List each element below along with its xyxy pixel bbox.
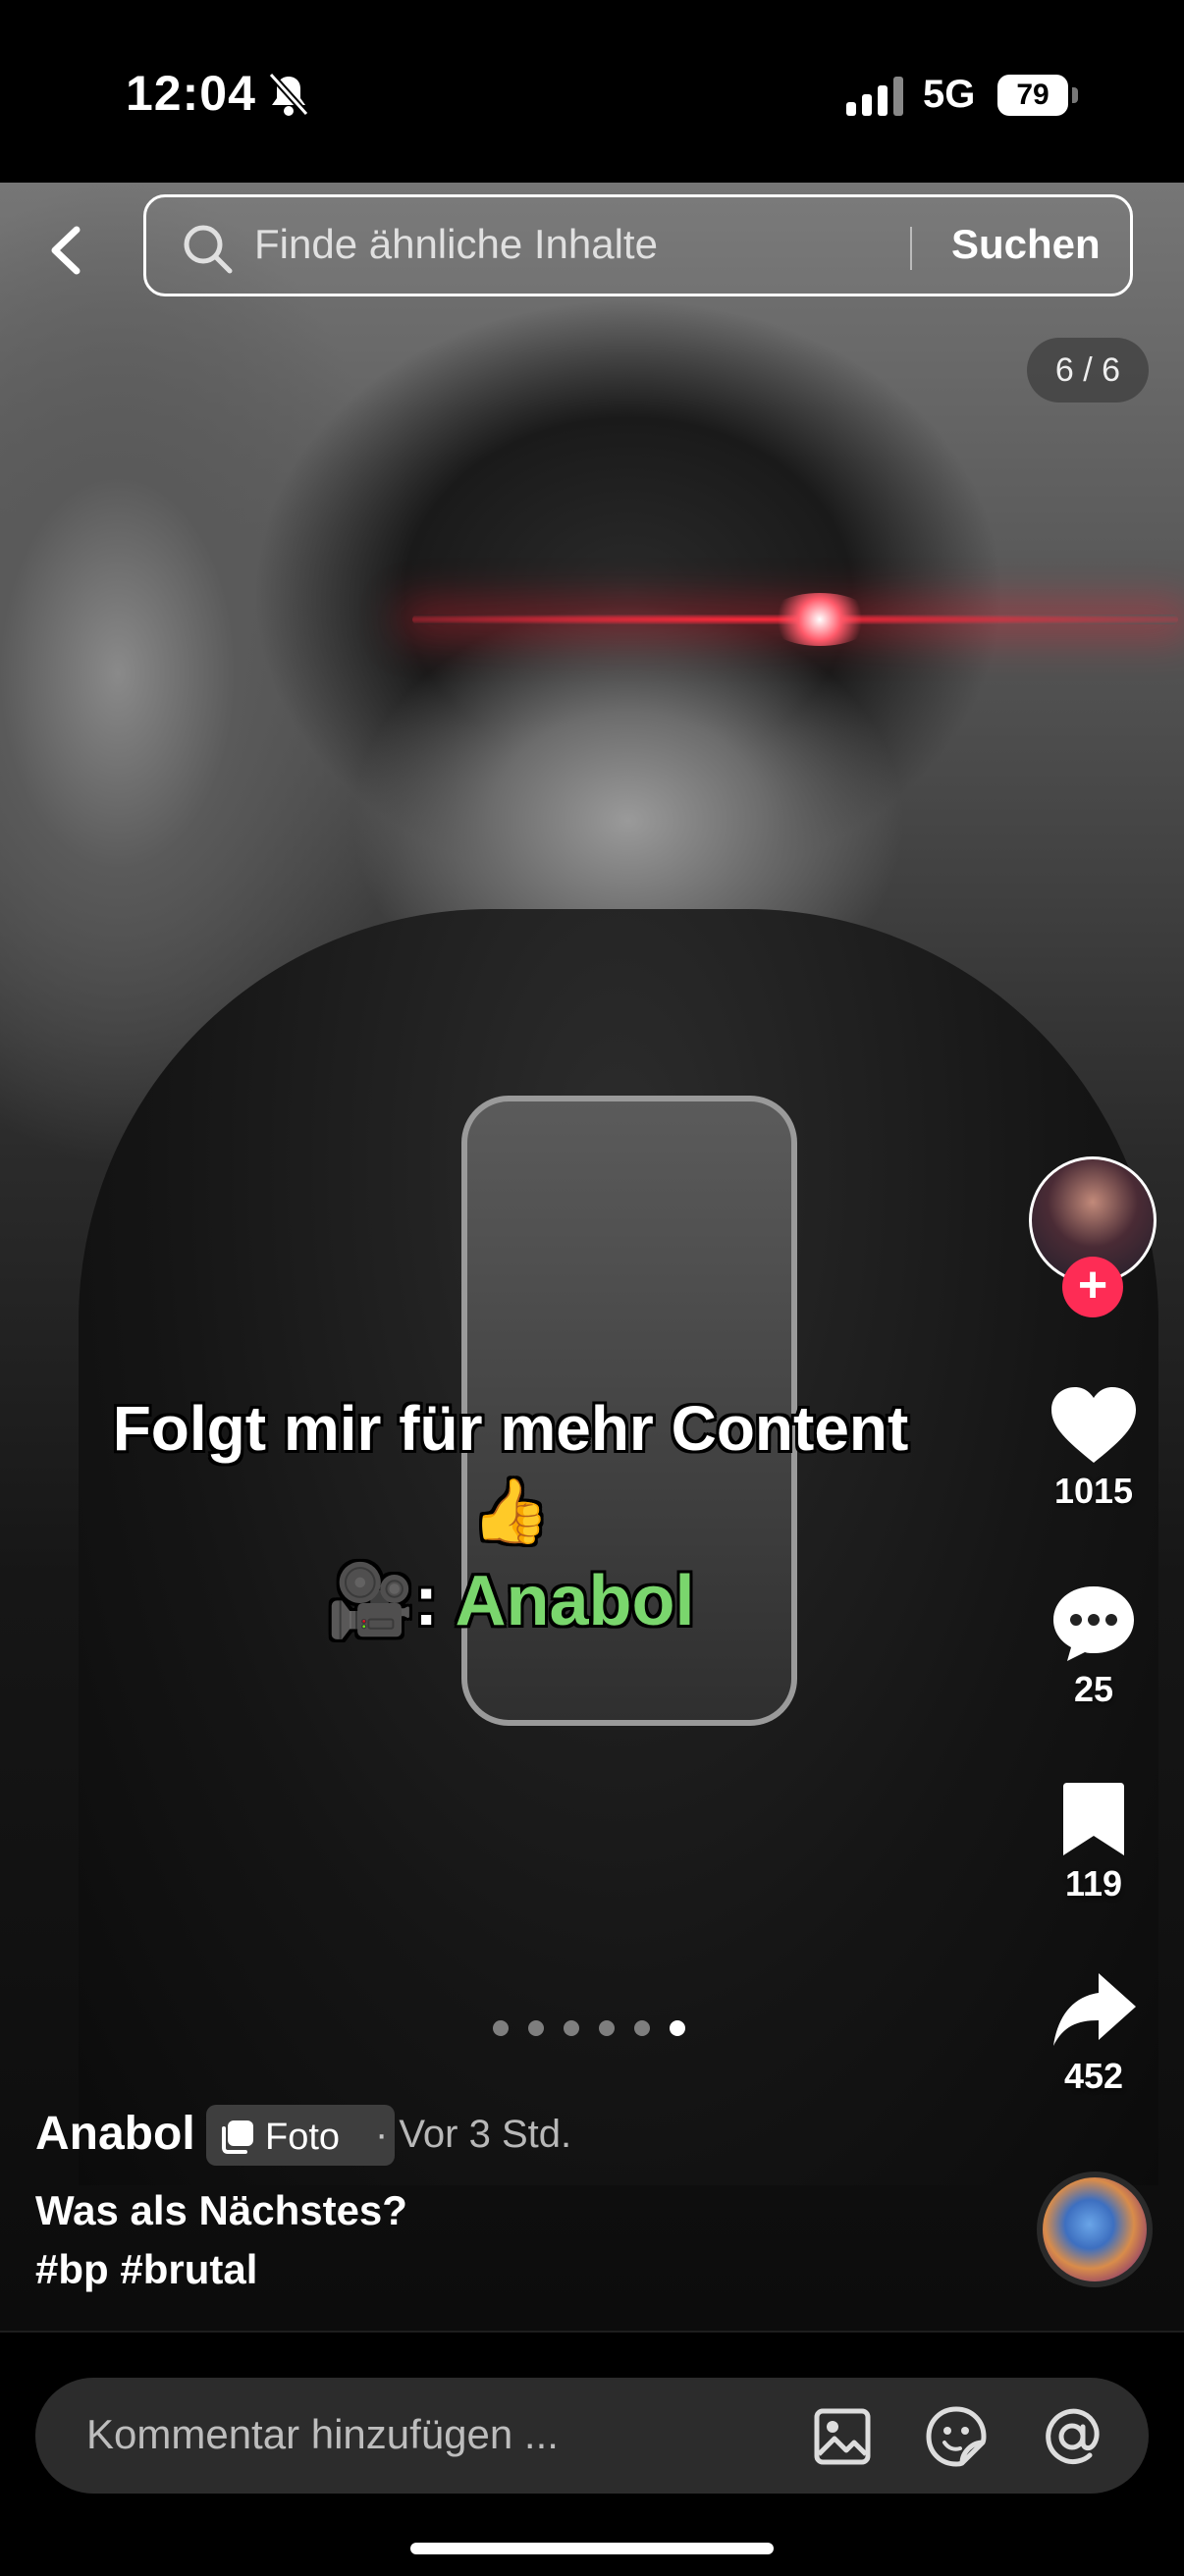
credit-prefix: 🎥: (326, 1562, 456, 1640)
comment-button[interactable]: 25 (1041, 1583, 1147, 1710)
comment-placeholder[interactable]: Kommentar hinzufügen ... (86, 2411, 559, 2458)
laser-eye-glow (766, 593, 874, 646)
at-icon[interactable] (1041, 2405, 1103, 2468)
comment-input[interactable]: Kommentar hinzufügen ... (35, 2378, 1149, 2494)
comment-count: 25 (1073, 1669, 1114, 1709)
slide-dot (634, 2020, 650, 2036)
bookmark-icon (1063, 1783, 1124, 1855)
status-time: 12:04 (126, 66, 256, 121)
bookmark-count: 119 (1064, 1863, 1123, 1904)
bell-off-icon (268, 72, 309, 117)
photo-badge: Foto (206, 2105, 395, 2166)
search-button[interactable]: Suchen (951, 221, 1101, 268)
slide-dot (493, 2020, 509, 2036)
overlay-text-line1: Folgt mir für mehr Content (112, 1393, 909, 1464)
photo-badge-label: Foto (265, 2117, 341, 2158)
comment-icon (1053, 1586, 1134, 1661)
battery-icon: 79 (997, 75, 1078, 116)
slide-dot (564, 2020, 579, 2036)
share-button[interactable]: 452 (1041, 1969, 1147, 2097)
share-icon (1053, 1973, 1136, 2046)
overlay-text-emoji: 👍 (471, 1476, 550, 1546)
post-caption: Was als Nächstes? (35, 2187, 407, 2233)
sticker-icon[interactable] (925, 2405, 988, 2468)
overlay-text-credit: 🎥: Anabol (0, 1559, 1021, 1642)
sound-disc[interactable] (1037, 2172, 1153, 2287)
battery-level: 79 (997, 75, 1068, 116)
like-count: 1015 (1053, 1471, 1134, 1511)
top-bar: Finde ähnliche Inhalte Suchen (0, 183, 1184, 320)
share-count: 452 (1063, 2056, 1124, 2096)
slide-dot (599, 2020, 615, 2036)
search-divider (910, 227, 912, 270)
like-button[interactable]: 1015 (1041, 1384, 1147, 1512)
network-type: 5G (923, 73, 976, 116)
post-time: · Vor 3 Std. (375, 2113, 572, 2156)
image-icon[interactable] (811, 2405, 874, 2468)
search-input[interactable]: Finde ähnliche Inhalte (254, 221, 658, 268)
slide-dot-active (670, 2020, 685, 2036)
status-bar: 12:04 5G 79 (0, 0, 1184, 183)
home-indicator (410, 2543, 774, 2554)
slide-dot (528, 2020, 544, 2036)
back-icon[interactable] (35, 216, 94, 285)
post-hashtags[interactable]: #bp #brutal (35, 2246, 257, 2293)
photo-icon (222, 2120, 253, 2154)
author-name[interactable]: Anabol (35, 2107, 195, 2161)
heart-icon (1051, 1387, 1136, 1463)
search-bar[interactable]: Finde ähnliche Inhalte Suchen (143, 194, 1133, 296)
bookmark-button[interactable]: 119 (1041, 1779, 1147, 1905)
post-photo[interactable] (0, 183, 1184, 2331)
follow-button[interactable]: + (1062, 1257, 1123, 1317)
search-icon (184, 225, 233, 274)
battery-tip (1072, 87, 1078, 103)
slide-indicator (493, 2016, 689, 2040)
slide-counter: 6 / 6 (1027, 338, 1149, 402)
comment-bar: Kommentar hinzufügen ... (0, 2331, 1184, 2576)
signal-icon (846, 77, 903, 116)
credit-name: Anabol (455, 1562, 695, 1640)
